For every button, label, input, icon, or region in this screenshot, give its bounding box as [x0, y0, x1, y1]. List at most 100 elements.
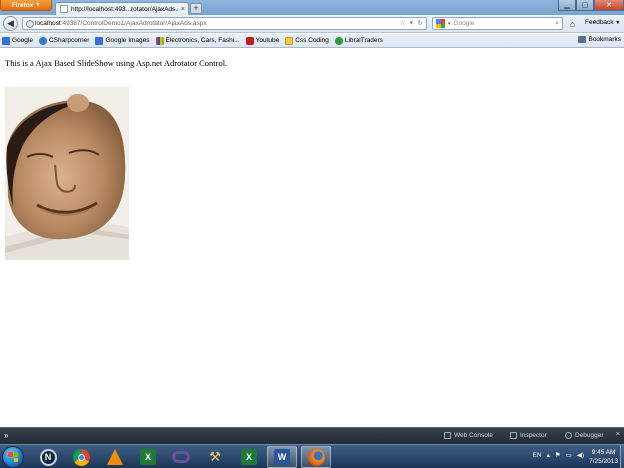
network-icon[interactable]: ▭ [566, 451, 572, 459]
back-button[interactable]: ◀ [3, 16, 18, 31]
bookmarks-icon [578, 36, 587, 43]
word-icon: W [274, 449, 290, 465]
inspector-label: Inspector [520, 432, 547, 439]
bookmark-csharpcorner[interactable]: CSharpcorner [38, 36, 90, 45]
taskbar-firefox-icon[interactable] [301, 446, 331, 468]
page-favicon-icon [60, 5, 68, 13]
bookmark-label: Google [12, 37, 33, 44]
ebay-favicon-icon [155, 36, 164, 45]
sleeping-face-image [5, 87, 129, 260]
feedback-button[interactable]: Feedback ▼ [585, 19, 620, 26]
url-host: localhost [35, 20, 61, 27]
close-devtools-button[interactable]: × [616, 431, 620, 438]
new-tab-button[interactable]: + [190, 3, 202, 14]
search-bar[interactable]: ▾ Google ⌕ [432, 17, 563, 30]
bookmark-google-images[interactable]: Google Images [95, 36, 150, 45]
clock-date: 7/25/2013 [589, 458, 618, 465]
bookmark-youtube[interactable]: Youtube [245, 36, 280, 45]
bookmarks-menu-label: Bookmarks [588, 36, 621, 43]
dropdown-arrow-icon[interactable]: ▾ [410, 19, 414, 27]
windows-taskbar: N X ⚒ X W EN ▴ ⚑ ▭ ◀) 9:45 AM 7/25/2013 [0, 444, 624, 468]
url-path: :49387/ControlDemo1/AjaxAdrotator/AjaxAd… [60, 20, 207, 27]
feedback-label: Feedback [585, 19, 614, 26]
bookmark-label: Youtube [255, 37, 280, 44]
close-window-button[interactable]: ✕ [594, 0, 624, 11]
bookmark-ebay[interactable]: Electronics, Cars, Fashi... [155, 36, 240, 45]
volume-icon[interactable]: ◀) [577, 451, 584, 459]
folder-icon [285, 36, 294, 45]
youtube-favicon-icon [245, 36, 254, 45]
search-icon[interactable]: ⌕ [555, 20, 562, 28]
inspector-button[interactable]: Inspector [510, 432, 547, 439]
language-indicator[interactable]: EN [533, 452, 542, 459]
navigation-toolbar: localhost :49387/ControlDemo1/AjaxAdrota… [0, 15, 624, 33]
bookmark-folder-css-coding[interactable]: Css Coding [285, 36, 329, 45]
bookmark-label: Google Images [105, 37, 150, 44]
google-favicon-icon [2, 36, 10, 45]
show-hidden-icons-icon[interactable]: ▴ [547, 451, 550, 459]
debugger-icon [565, 432, 572, 439]
taskbar-excel-icon-2[interactable]: X [234, 446, 264, 468]
tools-icon: ⚒ [209, 449, 221, 464]
back-arrow-icon: ◀ [7, 18, 14, 28]
bookmarks-toolbar: Google CSharpcorner Google Images Electr… [0, 34, 624, 48]
taskbar-word-icon[interactable]: W [267, 446, 297, 468]
taskbar-clock[interactable]: 9:45 AM 7/25/2013 [589, 448, 618, 466]
browser-window: Firefox ▼ http://localhost:493...rotator… [0, 0, 624, 468]
url-bar[interactable]: localhost :49387/ControlDemo1/AjaxAdrota… [22, 17, 427, 30]
url-actions: ☆ ▾ ↻ [399, 19, 423, 27]
chrome-icon [72, 448, 90, 466]
start-button[interactable] [2, 446, 24, 468]
developer-toolbar: » Web Console Inspector Debugger × [0, 427, 624, 444]
title-bar: Firefox ▼ http://localhost:493...rotator… [0, 0, 624, 15]
taskbar-vlc-icon[interactable] [100, 446, 130, 468]
firefox-menu-button[interactable]: Firefox ▼ [0, 0, 52, 11]
norton-icon: N [39, 448, 57, 466]
taskbar-tools-icon[interactable]: ⚒ [200, 446, 230, 468]
bookmark-libraltraders[interactable]: LibralTraders [334, 36, 383, 45]
inspector-icon [510, 432, 517, 439]
bookmarks-menu-button[interactable]: Bookmarks [578, 36, 621, 43]
google-favicon-icon [95, 36, 104, 45]
bookmark-google[interactable]: Google [2, 36, 33, 45]
chevron-down-icon: ▼ [615, 20, 621, 26]
taskbar-norton-icon[interactable]: N [33, 446, 63, 468]
minimize-button[interactable]: ▁ [558, 0, 576, 11]
maximize-button[interactable]: ▢ [576, 0, 594, 11]
bookmark-label: LibralTraders [344, 37, 383, 44]
command-line-toggle[interactable]: » [4, 431, 8, 440]
taskbar-excel-icon[interactable]: X [133, 446, 163, 468]
firefox-menu-label: Firefox [11, 1, 34, 9]
close-tab-icon[interactable]: × [181, 6, 188, 13]
web-console-button[interactable]: Web Console [444, 432, 493, 439]
vlc-icon [107, 449, 123, 465]
page-content: This is a Ajax Based SlideShow using Asp… [0, 49, 624, 427]
excel-icon: X [241, 449, 257, 465]
show-desktop-button[interactable] [620, 445, 624, 468]
console-icon [444, 432, 451, 439]
chevron-down-icon: ▼ [35, 2, 41, 8]
web-console-label: Web Console [454, 432, 493, 439]
window-controls: ▁ ▢ ✕ [558, 0, 624, 11]
browser-tab[interactable]: http://localhost:493...rotator/AjaxAds.a… [55, 2, 189, 15]
visual-studio-icon [172, 451, 190, 463]
excel-icon: X [140, 449, 156, 465]
debugger-label: Debugger [575, 432, 604, 439]
search-placeholder: Google [453, 20, 475, 27]
libraltraders-favicon-icon [334, 36, 343, 45]
taskbar-chrome-icon[interactable] [66, 446, 96, 468]
search-engine-dropdown-icon[interactable]: ▾ [448, 21, 451, 27]
page-heading: This is a Ajax Based SlideShow using Asp… [5, 58, 228, 68]
clock-time: 9:45 AM [591, 449, 616, 456]
adrotator-slideshow-image[interactable] [5, 87, 129, 260]
bookmark-star-icon[interactable]: ☆ [399, 19, 405, 27]
home-icon[interactable]: ⌂ [567, 18, 578, 29]
debugger-button[interactable]: Debugger [565, 432, 604, 439]
bookmark-label: CSharpcorner [48, 37, 90, 44]
google-search-engine-icon[interactable] [436, 19, 445, 28]
reload-icon[interactable]: ↻ [417, 19, 423, 27]
globe-icon [26, 20, 34, 28]
taskbar-visual-studio-icon[interactable] [166, 446, 196, 468]
firefox-icon [307, 448, 325, 466]
flag-icon[interactable]: ⚑ [555, 451, 561, 459]
